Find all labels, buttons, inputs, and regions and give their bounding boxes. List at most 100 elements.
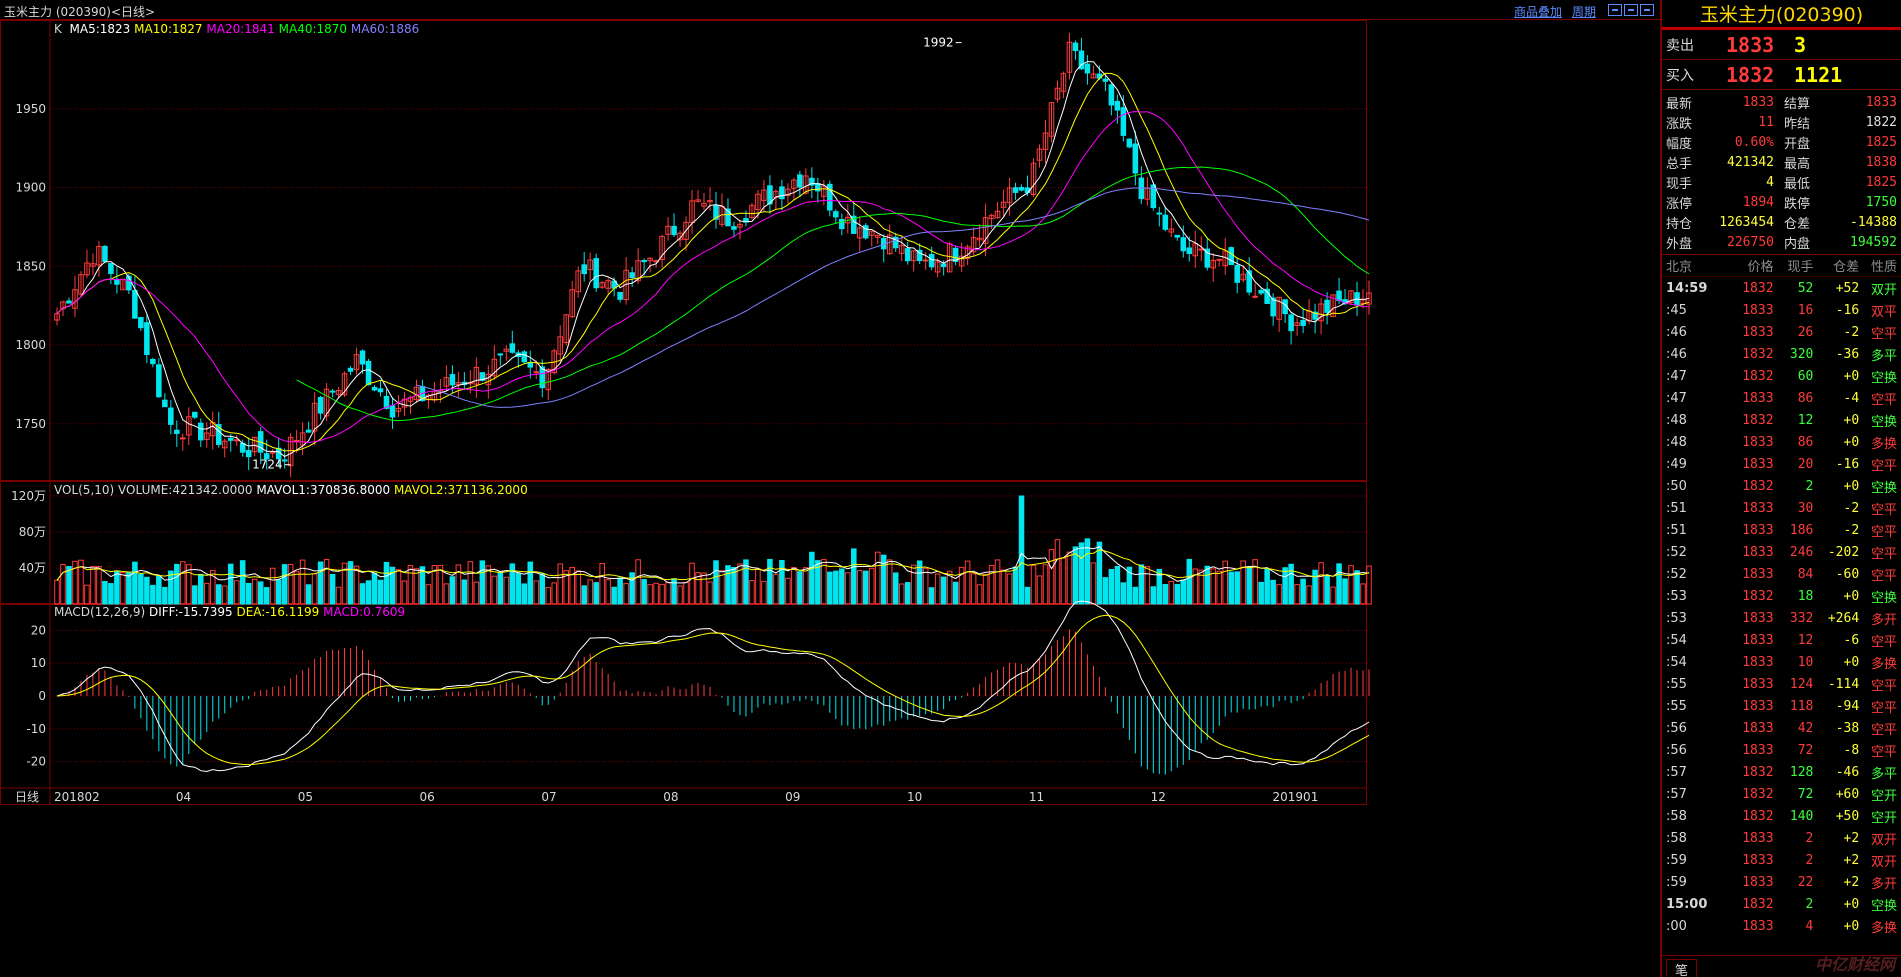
tick-oi-change: +52 — [1835, 280, 1860, 296]
chart-area[interactable]: 玉米主力 (020390)<日线> 商品叠加 周期 1950 1900 1850 18… — [0, 0, 1660, 977]
quote-value: 421342 — [1727, 154, 1774, 170]
candle-body — [293, 439, 300, 442]
tick-row[interactable]: :59 1833 2 +2 双开 — [1662, 849, 1901, 871]
quote-value: 194592 — [1850, 234, 1897, 250]
tick-row[interactable]: :50 1832 2 +0 空换 — [1662, 475, 1901, 497]
tick-header-nature: 性质 — [1871, 260, 1898, 275]
quote-row: 持仓 1263454 仓差 -14388 — [1666, 212, 1897, 232]
tick-row[interactable]: :59 1833 22 +2 多开 — [1662, 871, 1901, 893]
tick-price: 1833 — [1742, 918, 1774, 934]
volume-bar — [964, 560, 971, 605]
charts-svg[interactable]: 1950 1900 1850 1800 1750 1992 1724 120万 80万 40万 20… — [0, 20, 1660, 977]
tick-row[interactable]: :52 1833 84 -60 空平 — [1662, 563, 1901, 585]
candle-body — [180, 437, 186, 440]
volume-bar — [1264, 568, 1270, 605]
volume-bar — [886, 559, 893, 605]
tick-row[interactable]: :46 1833 26 -2 空平 — [1662, 321, 1901, 343]
tick-volume: 186 — [1789, 522, 1814, 538]
volume-bar — [407, 565, 414, 605]
volume-bar — [305, 584, 312, 605]
tick-volume: 16 — [1797, 302, 1814, 318]
tick-nature: 多开 — [1871, 876, 1898, 892]
candle-body — [1162, 214, 1169, 230]
tick-row[interactable]: :46 1832 320 -36 多平 — [1662, 343, 1901, 365]
tick-nature: 双开 — [1871, 854, 1898, 870]
volume-bar — [1048, 549, 1055, 605]
tick-row[interactable]: :58 1833 2 +2 双开 — [1662, 827, 1901, 849]
volume-bar — [1036, 575, 1043, 605]
tick-row[interactable]: :58 1832 140 +50 空开 — [1662, 805, 1901, 827]
tick-price: 1833 — [1742, 742, 1774, 758]
x-axis-label: 06 — [420, 790, 435, 804]
ma60-line — [416, 187, 1370, 408]
volume-bar — [874, 551, 881, 605]
tick-row[interactable]: :51 1833 30 -2 空平 — [1662, 497, 1901, 519]
tick-header-time: 北京 — [1666, 260, 1693, 275]
tick-row[interactable]: :54 1833 10 +0 多换 — [1662, 651, 1901, 673]
bid-label: 买入 — [1666, 67, 1694, 84]
tick-row[interactable]: :52 1833 246 -202 空平 — [1662, 541, 1901, 563]
tick-row[interactable]: :49 1833 20 -16 空平 — [1662, 453, 1901, 475]
tick-list[interactable]: 14:59 1832 52 +52 双开:45 1833 16 -16 双平:46 1833 26 -… — [1662, 277, 1901, 937]
tick-row[interactable]: :45 1833 16 -16 双平 — [1662, 299, 1901, 321]
tick-row[interactable]: :56 1833 42 -38 空平 — [1662, 717, 1901, 739]
volume-bar — [1336, 563, 1342, 605]
quote-value: 226750 — [1727, 234, 1774, 250]
volume-bar — [509, 563, 516, 605]
tick-row[interactable]: :57 1832 128 -46 多平 — [1662, 761, 1901, 783]
tick-nature: 空平 — [1871, 634, 1898, 650]
tick-row[interactable]: :53 1833 332 +264 多开 — [1662, 607, 1901, 629]
tick-row[interactable]: :48 1833 86 +0 多换 — [1662, 431, 1901, 453]
tick-row[interactable]: 15:00 1832 2 +0 空换 — [1662, 893, 1901, 915]
tick-nature: 空平 — [1871, 458, 1898, 474]
ma20-label: MA20:1841 — [206, 22, 275, 36]
tick-row[interactable]: :48 1832 12 +0 空换 — [1662, 409, 1901, 431]
tick-row[interactable]: :00 1833 4 +0 多换 — [1662, 915, 1901, 937]
overlay-commodity-link[interactable]: 商品叠加 — [1514, 3, 1562, 20]
high-price-label: 1992 — [923, 36, 954, 50]
quote-key: 仓差 — [1784, 216, 1811, 232]
volume-bar — [1114, 565, 1121, 605]
tick-row[interactable]: :47 1832 60 +0 空换 — [1662, 365, 1901, 387]
tick-tab[interactable]: 笔 — [1666, 959, 1698, 977]
restore-icon[interactable] — [1608, 4, 1622, 16]
candle-body — [1198, 248, 1205, 251]
volume-bar — [257, 581, 264, 605]
macd-diff-label: DIFF:-15.7395 — [148, 605, 233, 619]
tick-row[interactable]: 14:59 1832 52 +52 双开 — [1662, 277, 1901, 299]
tick-row[interactable]: :55 1833 124 -114 空平 — [1662, 673, 1901, 695]
quote-row: 涨跌 11 昨结 1822 — [1666, 112, 1897, 132]
volume-bar — [761, 580, 767, 605]
candle-body — [1102, 78, 1109, 82]
tick-nature: 空换 — [1871, 898, 1898, 914]
tick-row[interactable]: :55 1833 118 -94 空平 — [1662, 695, 1901, 717]
tick-row[interactable]: :53 1832 18 +0 空换 — [1662, 585, 1901, 607]
volume-bar — [1312, 569, 1318, 605]
candle-body — [629, 272, 635, 278]
macd-tick-label: -10 — [26, 722, 46, 736]
maximize-icon[interactable] — [1640, 4, 1654, 16]
tick-time: :46 — [1666, 324, 1687, 340]
tick-nature: 空开 — [1871, 788, 1898, 804]
tick-nature: 多换 — [1871, 436, 1898, 452]
tick-row[interactable]: :56 1833 72 -8 空平 — [1662, 739, 1901, 761]
tick-row[interactable]: :57 1832 72 +60 空开 — [1662, 783, 1901, 805]
ma40-label: MA40:1870 — [278, 22, 348, 36]
tick-row[interactable]: :51 1833 186 -2 空平 — [1662, 519, 1901, 541]
tick-time: 15:00 — [1666, 896, 1708, 912]
x-axis-label: 05 — [298, 790, 313, 804]
volume-bar — [497, 571, 504, 605]
tick-row[interactable]: :54 1833 12 -6 空平 — [1662, 629, 1901, 651]
volume-bar — [653, 582, 659, 605]
candle-body — [533, 371, 540, 374]
tick-time: :54 — [1666, 654, 1687, 670]
minimize-icon[interactable] — [1624, 4, 1638, 16]
candle-body — [66, 300, 72, 304]
volume-bar — [797, 571, 803, 605]
volume-bar — [599, 562, 605, 605]
tick-row[interactable]: :47 1833 86 -4 空平 — [1662, 387, 1901, 409]
period-link[interactable]: 周期 — [1572, 3, 1596, 20]
tick-volume: 20 — [1797, 456, 1814, 472]
volume-bar — [707, 581, 713, 605]
volume-bar — [227, 563, 234, 605]
